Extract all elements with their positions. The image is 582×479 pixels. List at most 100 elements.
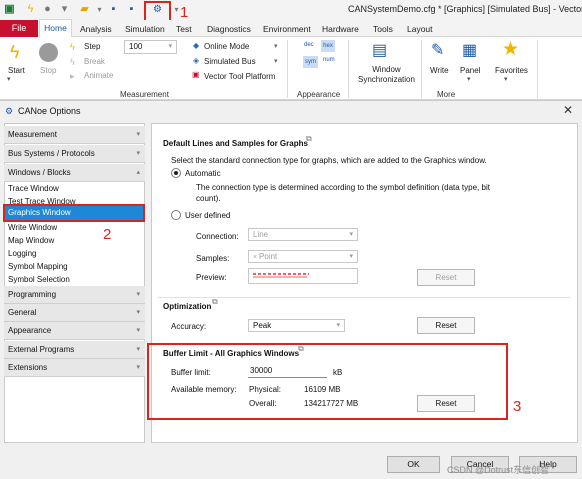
- tab-environment[interactable]: Environment: [263, 24, 311, 34]
- panel-button[interactable]: Panel: [460, 66, 480, 75]
- buffer-reset-button[interactable]: Reset: [417, 395, 475, 412]
- category-general[interactable]: General ▾: [4, 304, 145, 322]
- tab-tools[interactable]: Tools: [373, 24, 393, 34]
- samples-value: Point: [259, 252, 278, 261]
- preview-label: Preview:: [196, 273, 227, 282]
- start-lightning-icon: ϟ: [10, 42, 20, 62]
- write-button[interactable]: Write: [430, 66, 449, 75]
- vector-tool-platform-button[interactable]: Vector Tool Platform: [204, 72, 275, 81]
- category-label: External Programs: [8, 345, 75, 354]
- category-programming[interactable]: Programming ▾: [4, 286, 145, 304]
- section-buffer-title: Buffer Limit - All Graphics Windows: [163, 349, 300, 358]
- preview-reset-button[interactable]: Reset: [417, 269, 475, 286]
- section-default-description: Select the standard connection type for …: [171, 156, 487, 165]
- buffer-limit-label: Buffer limit:: [171, 368, 211, 377]
- save-as-icon[interactable]: ▪: [125, 3, 138, 16]
- favorites-dropdown-icon[interactable]: ▾: [504, 75, 508, 83]
- chevron-down-icon: ▾: [336, 322, 340, 329]
- favorites-button[interactable]: Favorites: [495, 66, 528, 75]
- automatic-description-line2: count).: [196, 194, 221, 203]
- simulated-bus-button[interactable]: Simulated Bus: [204, 57, 256, 66]
- stop-button[interactable]: Stop: [40, 66, 56, 75]
- connection-combo[interactable]: Line ▾: [248, 228, 358, 241]
- tree-item-trace-window[interactable]: Trace Window: [8, 184, 59, 193]
- category-extensions[interactable]: Extensions ▾: [4, 359, 145, 377]
- stop-circle-icon[interactable]: ●: [41, 3, 54, 16]
- accuracy-combo[interactable]: Peak ▾: [248, 319, 345, 332]
- help-link-icon[interactable]: ⧉: [212, 297, 218, 307]
- tree-item-write-window[interactable]: Write Window: [8, 223, 57, 232]
- category-measurement[interactable]: Measurement ▾: [4, 126, 145, 144]
- tab-layout[interactable]: Layout: [407, 24, 433, 34]
- connection-value: Line: [253, 230, 269, 239]
- tab-hardware[interactable]: Hardware: [322, 24, 359, 34]
- user-defined-label: User defined: [185, 211, 231, 220]
- samples-combo[interactable]: × Point ▾: [248, 250, 358, 263]
- group-appearance-label: Appearance: [297, 90, 341, 99]
- dialog-app-icon: ⚙: [5, 106, 14, 116]
- window-sync-button[interactable]: Window Synchronization: [358, 65, 415, 85]
- fmt-sym-button[interactable]: sym: [303, 56, 318, 68]
- panel-dropdown-icon[interactable]: ▾: [467, 75, 471, 83]
- speed-combo[interactable]: 100 ▾: [124, 40, 177, 54]
- category-appearance[interactable]: Appearance ▾: [4, 322, 145, 340]
- close-icon[interactable]: ✕: [563, 103, 573, 117]
- chevron-down-icon: ▾: [136, 291, 140, 298]
- accuracy-value: Peak: [253, 321, 272, 330]
- annotation-box-1: [144, 1, 171, 22]
- fmt-dec-button[interactable]: dec: [304, 42, 314, 48]
- group-measurement-label: Measurement: [120, 90, 169, 99]
- tab-file[interactable]: File: [0, 20, 38, 37]
- category-label: Extensions: [8, 363, 48, 372]
- section-optimization-title: Optimization: [163, 302, 212, 311]
- dropdown-arrow-icon[interactable]: ▾: [58, 3, 71, 16]
- fmt-num-button[interactable]: num: [323, 57, 335, 63]
- category-windows-blocks[interactable]: Windows / Blocks ▴: [4, 164, 145, 182]
- online-mode-button[interactable]: Online Mode: [204, 42, 249, 51]
- physical-label: Physical:: [249, 385, 282, 394]
- step-button[interactable]: Step: [84, 42, 100, 51]
- help-link-icon[interactable]: ⧉: [306, 134, 312, 144]
- tab-home[interactable]: Home: [39, 19, 72, 38]
- open-dropdown-icon[interactable]: ▾: [93, 3, 106, 16]
- tree-item-symbol-selection[interactable]: Symbol Selection: [8, 275, 70, 284]
- online-mode-dropdown-icon[interactable]: ▾: [274, 42, 278, 50]
- save-icon[interactable]: ▪: [107, 3, 120, 16]
- start-button[interactable]: Start: [8, 66, 25, 75]
- tab-analysis[interactable]: Analysis: [80, 24, 112, 34]
- tab-diagnostics[interactable]: Diagnostics: [207, 24, 251, 34]
- ok-button[interactable]: OK: [387, 456, 440, 473]
- annotation-num-1: 1: [180, 4, 189, 21]
- fmt-hex-button[interactable]: hex: [321, 40, 335, 52]
- step-icon: ϟ: [70, 42, 75, 52]
- category-bus-systems[interactable]: Bus Systems / Protocols ▾: [4, 145, 145, 163]
- overall-label: Overall:: [249, 399, 277, 408]
- tree-item-map-window[interactable]: Map Window: [8, 236, 54, 245]
- lightning-icon[interactable]: ϟ: [24, 3, 37, 16]
- chevron-down-icon: ▾: [136, 131, 140, 138]
- chevron-down-icon: ▾: [349, 253, 353, 260]
- simulated-bus-icon: ◈: [193, 56, 200, 65]
- write-icon: ✎: [431, 42, 445, 59]
- start-dropdown-icon[interactable]: ▾: [7, 75, 11, 83]
- open-folder-icon[interactable]: ▰: [78, 3, 91, 16]
- break-button[interactable]: Break: [84, 57, 105, 66]
- accuracy-label: Accuracy:: [171, 322, 207, 331]
- accuracy-reset-button[interactable]: Reset: [417, 317, 475, 334]
- tree-item-logging[interactable]: Logging: [8, 249, 36, 258]
- buffer-limit-input[interactable]: 30000: [248, 364, 327, 378]
- category-label: Bus Systems / Protocols: [8, 149, 95, 158]
- annotation-num-2: 2: [103, 226, 112, 243]
- buffer-unit-label: kB: [333, 368, 343, 377]
- tab-test[interactable]: Test: [176, 24, 192, 34]
- simulated-bus-dropdown-icon[interactable]: ▾: [274, 57, 278, 65]
- chevron-down-icon: ▾: [168, 43, 172, 50]
- tree-item-symbol-mapping[interactable]: Symbol Mapping: [8, 262, 68, 271]
- automatic-radio[interactable]: [171, 168, 181, 178]
- category-external-programs[interactable]: External Programs ▾: [4, 341, 145, 359]
- tab-simulation[interactable]: Simulation: [125, 24, 165, 34]
- animate-button[interactable]: Animate: [84, 71, 113, 80]
- help-link-icon[interactable]: ⧉: [298, 344, 304, 354]
- document-title: CANSystemDemo.cfg * [Graphics] [Simulate…: [348, 4, 582, 14]
- user-defined-radio[interactable]: [171, 210, 181, 220]
